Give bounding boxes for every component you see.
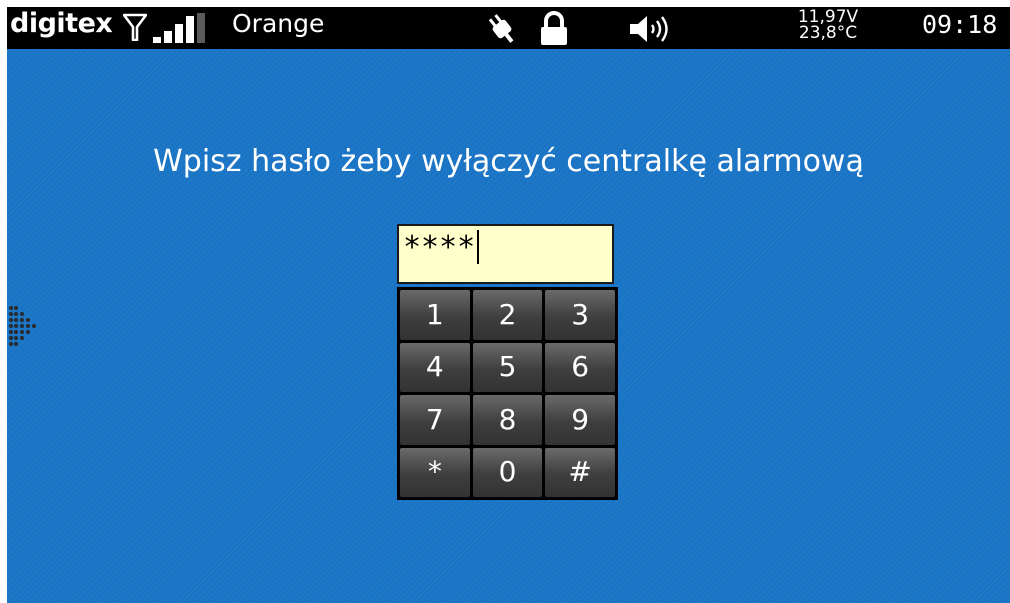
text-caret bbox=[477, 230, 480, 264]
password-prompt: Wpisz hasło żeby wyłączyć centralkę alar… bbox=[153, 144, 864, 179]
key-hash[interactable]: # bbox=[545, 447, 615, 497]
signal-strength-icon bbox=[153, 13, 205, 43]
password-value: **** bbox=[403, 230, 476, 265]
speaker-icon bbox=[630, 16, 668, 42]
key-4[interactable]: 4 bbox=[400, 342, 470, 392]
key-star[interactable]: * bbox=[400, 447, 470, 497]
clock: 09:18 bbox=[922, 10, 998, 39]
lock-icon bbox=[541, 11, 567, 45]
numeric-keypad: 1 2 3 4 5 6 7 8 9 * 0 # bbox=[397, 287, 618, 500]
operator-name: Orange bbox=[232, 9, 325, 38]
key-7[interactable]: 7 bbox=[400, 395, 470, 445]
key-6[interactable]: 6 bbox=[545, 342, 615, 392]
key-5[interactable]: 5 bbox=[472, 342, 543, 392]
key-1[interactable]: 1 bbox=[400, 290, 470, 340]
status-bar: digitex Orange 11,97V 23,8°C 09:18 bbox=[7, 7, 1010, 49]
power-plug-icon bbox=[488, 14, 514, 43]
temperature-reading: 23,8°C bbox=[798, 23, 858, 43]
key-8[interactable]: 8 bbox=[472, 395, 543, 445]
key-0[interactable]: 0 bbox=[472, 447, 543, 497]
antenna-icon bbox=[123, 13, 147, 41]
key-3[interactable]: 3 bbox=[545, 290, 615, 340]
key-9[interactable]: 9 bbox=[545, 395, 615, 445]
brand-logo: digitex bbox=[10, 8, 113, 39]
side-drag-handle[interactable] bbox=[7, 304, 41, 359]
password-input[interactable]: **** bbox=[397, 224, 614, 284]
alarm-panel-screen: digitex Orange 11,97V 23,8°C 09:18 Wpisz… bbox=[7, 7, 1010, 603]
key-2[interactable]: 2 bbox=[472, 290, 543, 340]
